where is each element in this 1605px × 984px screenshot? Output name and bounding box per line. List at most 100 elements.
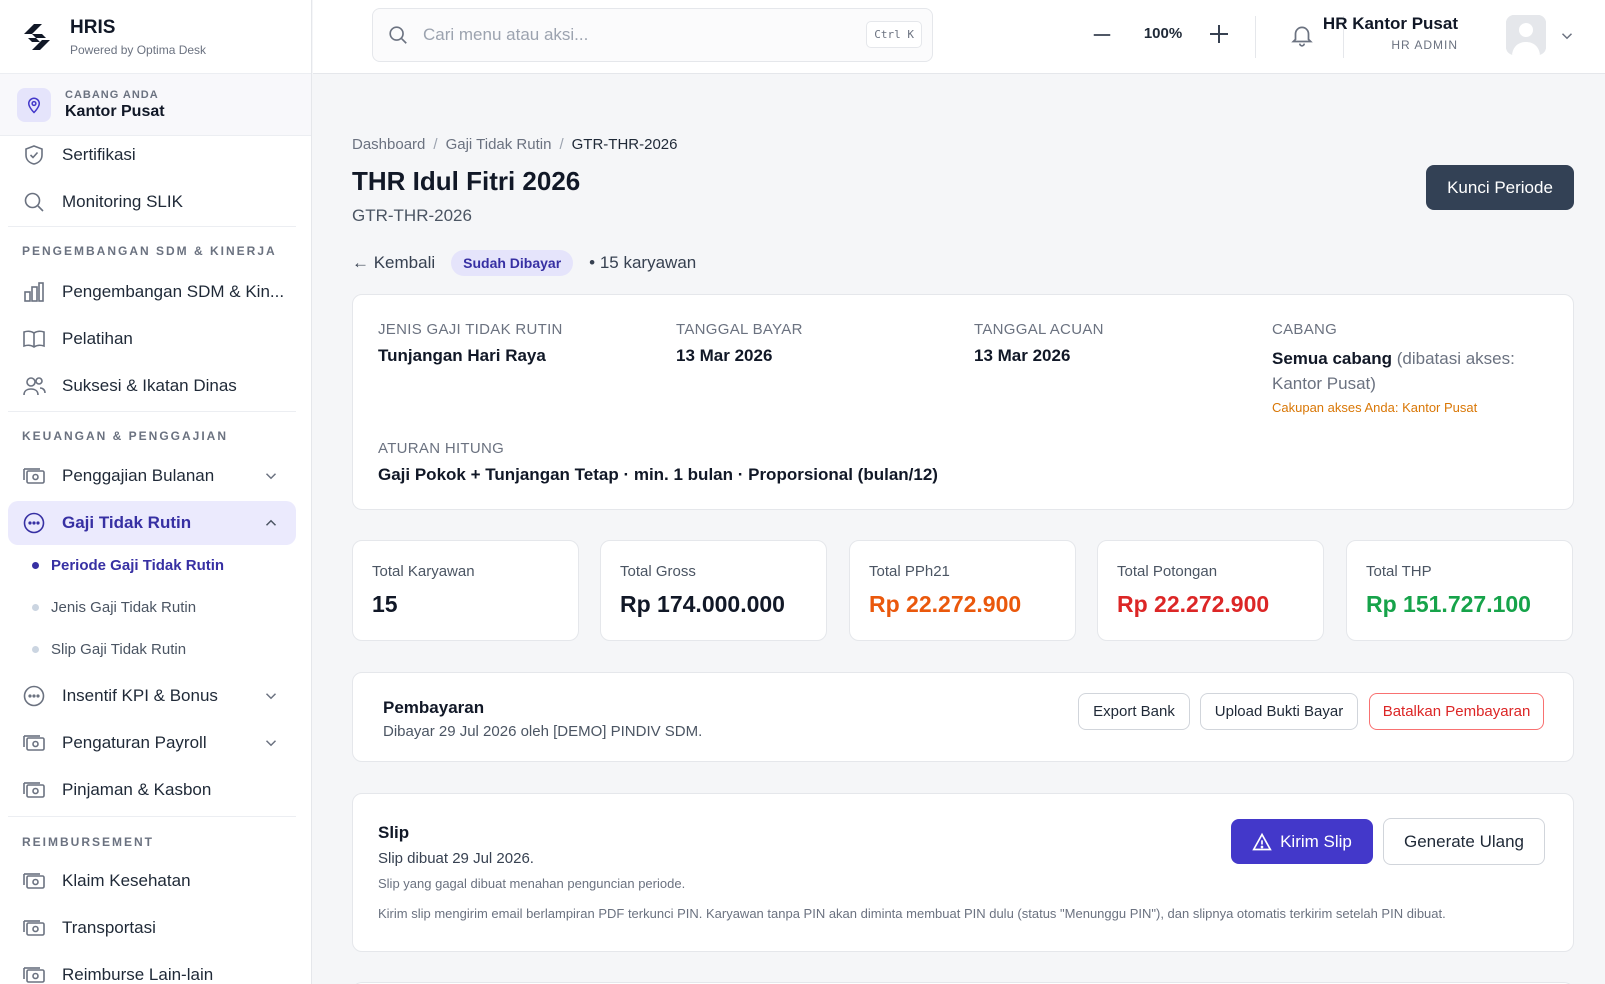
minus-icon <box>1093 34 1111 36</box>
stat-value: Rp 174.000.000 <box>620 591 785 617</box>
avatar[interactable] <box>1506 15 1546 55</box>
sidebar-divider <box>8 226 296 227</box>
lock-period-button[interactable]: Kunci Periode <box>1426 165 1574 210</box>
branch-selector[interactable]: CABANG ANDA Kantor Pusat <box>0 74 311 136</box>
chevron-down-icon <box>265 473 277 480</box>
stat-card-total-karyawan: Total Karyawan 15 <box>352 540 579 641</box>
stat-value: Rp 22.272.900 <box>869 591 1022 617</box>
sidebar-item-label: Pengaturan Payroll <box>62 733 207 752</box>
sidebar-item-reimburse-lain[interactable]: Reimburse Lain-lain <box>8 953 296 984</box>
sidebar-item-monitoring-slik[interactable]: Monitoring SLIK <box>8 180 296 224</box>
sidebar-item-label: Klaim Kesehatan <box>62 871 191 890</box>
branch-label: CABANG ANDA <box>65 88 159 101</box>
send-slip-button[interactable]: Kirim Slip <box>1231 819 1373 864</box>
notifications-button[interactable] <box>1287 20 1317 50</box>
payment-title: Pembayaran <box>383 698 485 717</box>
sidebar: HRIS Powered by Optima Desk CABANG ANDA … <box>0 0 312 984</box>
brand[interactable]: HRIS Powered by Optima Desk <box>0 0 311 74</box>
bullet-dot <box>32 646 39 653</box>
slip-created: Slip dibuat 29 Jul 2026. <box>378 850 534 867</box>
page-title: THR Idul Fitri 2026 <box>352 166 581 196</box>
info-card: JENIS GAJI TIDAK RUTIN Tunjangan Hari Ra… <box>352 294 1574 510</box>
sidebar-item-label: Transportasi <box>62 918 156 937</box>
bell-icon <box>1291 26 1313 47</box>
breadcrumb-link-dashboard[interactable]: Dashboard <box>352 136 425 153</box>
scope-note: Cakupan akses Anda: Kantor Pusat <box>1272 400 1478 415</box>
stat-value: 15 <box>372 591 398 617</box>
sidebar-item-sertifikasi[interactable]: Sertifikasi <box>8 133 296 177</box>
map-pin-icon <box>17 87 51 122</box>
brand-name: HRIS <box>70 16 116 38</box>
sidebar-subitem-periode[interactable]: Periode Gaji Tidak Rutin <box>32 557 224 574</box>
brand-logo-icon <box>24 23 50 50</box>
stat-card-total-pph21: Total PPh21 Rp 22.272.900 <box>849 540 1076 641</box>
stat-label: Total Karyawan <box>372 563 475 580</box>
sidebar-item-label: Sertifikasi <box>62 145 136 164</box>
section-title-hr: PENGEMBANGAN SDM & KINERJA <box>22 244 277 258</box>
cancel-payment-button[interactable]: Batalkan Pembayaran <box>1369 693 1544 730</box>
sidebar-item-label: Pelatihan <box>62 329 133 348</box>
user-role: HR ADMIN <box>1391 38 1458 52</box>
pay-date-label: TANGGAL BAYAR <box>676 321 803 338</box>
sidebar-subitem-jenis[interactable]: Jenis Gaji Tidak Rutin <box>32 599 196 616</box>
brand-tagline: Powered by Optima Desk <box>70 42 207 57</box>
sidebar-item-label: Penggajian Bulanan <box>62 466 215 485</box>
shield-check-icon <box>25 145 43 165</box>
export-bank-button[interactable]: Export Bank <box>1078 693 1190 730</box>
slip-title: Slip <box>378 823 410 842</box>
meta-row: ← Kembali Sudah Dibayar • 15 karyawan <box>352 250 696 276</box>
stat-label: Total THP <box>1366 563 1432 580</box>
stat-card-total-thp: Total THP Rp 151.727.100 <box>1346 540 1573 641</box>
breadcrumb: Dashboard / Gaji Tidak Rutin / GTR-THR-2026 <box>352 136 678 153</box>
sidebar-item-penggajian-bulanan[interactable]: Penggajian Bulanan <box>8 454 296 498</box>
chevron-down-icon[interactable] <box>1558 27 1576 45</box>
payment-desc: Dibayar 29 Jul 2026 oleh [DEMO] PINDIV S… <box>383 723 703 740</box>
warning-icon <box>1252 832 1272 850</box>
money-icon <box>23 920 45 936</box>
upload-proof-button[interactable]: Upload Bukti Bayar <box>1200 693 1358 730</box>
slip-card: Slip Slip dibuat 29 Jul 2026. Slip yang … <box>352 793 1574 952</box>
sidebar-item-suksesi[interactable]: Suksesi & Ikatan Dinas <box>8 364 296 408</box>
book-icon <box>23 330 45 348</box>
user-name[interactable]: HR Kantor Pusat <box>1323 14 1458 34</box>
employee-count: • 15 karyawan <box>589 253 697 272</box>
search-input[interactable] <box>423 25 843 45</box>
sidebar-item-pengembangan[interactable]: Pengembangan SDM & Kin... <box>8 270 296 314</box>
plus-icon <box>1210 25 1228 43</box>
sidebar-subitem-label: Jenis Gaji Tidak Rutin <box>51 599 197 616</box>
sidebar-item-label: Suksesi & Ikatan Dinas <box>62 376 237 395</box>
branch-note-2: Kantor Pusat) <box>1272 374 1376 393</box>
sidebar-item-label: Reimburse Lain-lain <box>62 965 214 984</box>
sidebar-item-label: Insentif KPI & Bonus <box>62 686 218 705</box>
stat-label: Total Gross <box>620 563 696 580</box>
back-link[interactable]: ← Kembali <box>352 253 435 273</box>
money-icon <box>23 468 45 484</box>
sidebar-item-pelatihan[interactable]: Pelatihan <box>8 317 296 361</box>
rule-label: ATURAN HITUNG <box>378 440 505 457</box>
sidebar-subitem-label: Slip Gaji Tidak Rutin <box>51 641 187 658</box>
sidebar-item-insentif[interactable]: Insentif KPI & Bonus <box>8 674 296 718</box>
sidebar-item-gaji-tidak-rutin[interactable]: Gaji Tidak Rutin <box>8 501 296 545</box>
regenerate-slip-button[interactable]: Generate Ulang <box>1383 818 1545 865</box>
send-slip-label: Kirim Slip <box>1280 831 1352 851</box>
stat-label: Total PPh21 <box>869 563 950 580</box>
breadcrumb-link-gaji-tidak-rutin[interactable]: Gaji Tidak Rutin <box>446 136 552 153</box>
pay-date-value: 13 Mar 2026 <box>676 346 773 365</box>
branch-label: CABANG <box>1272 321 1338 338</box>
more-circle-icon <box>23 685 45 707</box>
sidebar-subitem-slip[interactable]: Slip Gaji Tidak Rutin <box>32 641 186 658</box>
search-icon <box>389 26 407 44</box>
stat-value: Rp 151.727.100 <box>1366 591 1531 617</box>
section-title-reimbursement: REIMBURSEMENT <box>22 835 155 849</box>
branch-value: Semua cabang <box>1272 349 1392 368</box>
zoom-out-button[interactable] <box>1089 22 1115 48</box>
search-bar[interactable]: Ctrl K <box>372 8 933 62</box>
sidebar-item-klaim-kesehatan[interactable]: Klaim Kesehatan <box>8 859 296 903</box>
zoom-in-button[interactable] <box>1205 20 1233 48</box>
stat-value: Rp 22.272.900 <box>1117 591 1270 617</box>
sidebar-item-transportasi[interactable]: Transportasi <box>8 906 296 950</box>
payment-card: Pembayaran Dibayar 29 Jul 2026 oleh [DEM… <box>352 672 1574 762</box>
sidebar-item-pinjaman[interactable]: Pinjaman & Kasbon <box>8 768 296 812</box>
topbar: Ctrl K 100% HR Kantor Pusat HR ADMIN <box>313 0 1605 74</box>
sidebar-item-pengaturan-payroll[interactable]: Pengaturan Payroll <box>8 721 296 765</box>
